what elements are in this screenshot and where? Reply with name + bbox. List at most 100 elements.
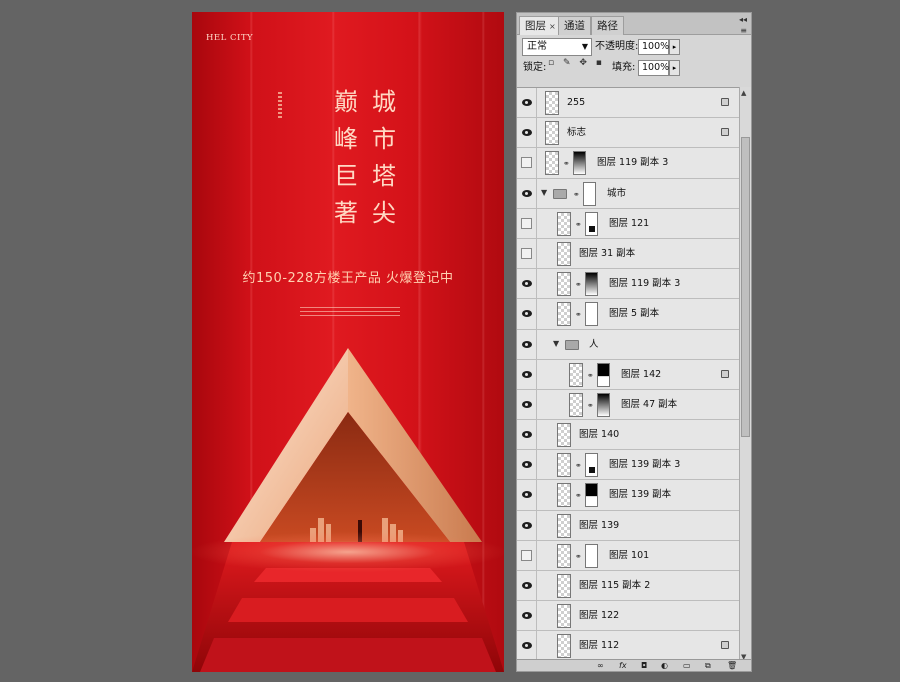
blend-mode-select[interactable]: 正常 ▼ bbox=[522, 38, 592, 56]
new-layer-icon[interactable]: ⧉ bbox=[705, 660, 711, 671]
visibility-toggle[interactable] bbox=[517, 389, 537, 420]
layer-mask-thumbnail[interactable] bbox=[585, 453, 598, 478]
layer-mask-thumbnail[interactable] bbox=[585, 302, 598, 327]
scrollbar-thumb[interactable] bbox=[741, 137, 750, 437]
layer-thumbnail[interactable] bbox=[557, 543, 571, 568]
tab-channels[interactable]: 通道 bbox=[558, 16, 591, 35]
visibility-toggle[interactable] bbox=[517, 148, 537, 178]
fx-icon[interactable]: fx bbox=[619, 660, 627, 671]
visibility-toggle[interactable] bbox=[517, 329, 537, 359]
fill-input[interactable]: 100% bbox=[638, 60, 669, 76]
layer-thumbnail[interactable] bbox=[545, 91, 559, 115]
layer-thumbnail[interactable] bbox=[569, 392, 583, 417]
layer-row[interactable]: ⚭ 图层 47 副本 bbox=[517, 389, 739, 421]
layer-row[interactable]: ⚭ 图层 121 bbox=[517, 208, 739, 239]
visibility-toggle[interactable] bbox=[517, 88, 537, 118]
folder-icon[interactable]: ▭ bbox=[683, 660, 691, 671]
fill-stepper[interactable]: ▸ bbox=[669, 60, 680, 76]
visibility-toggle[interactable] bbox=[517, 450, 537, 480]
lock-options-icons[interactable]: ▫ ✎ ✥ ▪ bbox=[548, 58, 605, 68]
visibility-toggle[interactable] bbox=[517, 601, 537, 631]
layer-row[interactable]: ⚭ 图层 119 副本 3 bbox=[517, 148, 739, 179]
layer-thumbnail[interactable] bbox=[557, 453, 571, 478]
layer-name: 图层 47 副本 bbox=[621, 398, 678, 410]
expand-triangle-icon[interactable]: ▼ bbox=[541, 188, 547, 197]
hidden-box-icon bbox=[521, 549, 532, 561]
layer-row[interactable]: 图层 122 bbox=[517, 601, 739, 632]
visibility-toggle[interactable] bbox=[517, 540, 537, 570]
visibility-toggle[interactable] bbox=[517, 299, 537, 329]
collapse-icon[interactable]: ◂◂ bbox=[739, 15, 747, 24]
layer-thumbnail[interactable] bbox=[557, 302, 571, 327]
mask-icon[interactable]: ◘ bbox=[641, 660, 647, 671]
layer-mask-thumbnail[interactable] bbox=[583, 181, 596, 206]
layer-row[interactable]: 图层 115 副本 2 bbox=[517, 571, 739, 602]
chain-icon: ⚭ bbox=[563, 159, 570, 169]
layer-thumbnail[interactable] bbox=[557, 604, 571, 629]
visibility-toggle[interactable] bbox=[517, 178, 537, 208]
layer-row[interactable]: ▼ ⚭ 城市 bbox=[517, 178, 739, 209]
layer-mask-thumbnail[interactable] bbox=[585, 543, 598, 568]
chain-icon: ⚭ bbox=[575, 551, 582, 561]
adjustment-icon[interactable]: ◐ bbox=[661, 660, 668, 671]
layer-thumbnail[interactable] bbox=[557, 272, 571, 297]
visibility-toggle[interactable] bbox=[517, 420, 537, 450]
layer-name: 图层 5 副本 bbox=[609, 308, 660, 320]
visibility-toggle[interactable] bbox=[517, 571, 537, 601]
eye-icon bbox=[522, 431, 532, 439]
layer-mask-thumbnail[interactable] bbox=[585, 211, 598, 236]
layer-row[interactable]: ▼ 人 bbox=[517, 329, 739, 360]
visibility-toggle[interactable] bbox=[517, 238, 537, 269]
visibility-toggle[interactable] bbox=[517, 269, 537, 299]
layer-thumbnail[interactable] bbox=[557, 241, 571, 266]
layer-thumbnail[interactable] bbox=[557, 211, 571, 236]
layer-row[interactable]: ⚭ 图层 139 副本 bbox=[517, 480, 739, 511]
link-icon[interactable]: ∞ bbox=[597, 660, 604, 671]
visibility-toggle[interactable] bbox=[517, 359, 537, 389]
layer-thumbnail[interactable] bbox=[569, 362, 583, 387]
layer-thumbnail[interactable] bbox=[545, 151, 559, 176]
layer-mask-thumbnail[interactable] bbox=[597, 392, 610, 417]
visibility-toggle[interactable] bbox=[517, 480, 537, 510]
layer-thumbnail[interactable] bbox=[545, 121, 559, 146]
layer-thumbnail[interactable] bbox=[557, 513, 571, 538]
layer-mask-thumbnail[interactable] bbox=[597, 362, 610, 387]
opacity-input[interactable]: 100% bbox=[638, 39, 669, 55]
layer-row[interactable]: 图层 139 bbox=[517, 510, 739, 541]
visibility-toggle[interactable] bbox=[517, 118, 537, 148]
layer-thumbnail[interactable] bbox=[557, 423, 571, 448]
chain-icon: ⚭ bbox=[575, 461, 582, 471]
layer-thumbnail[interactable] bbox=[557, 483, 571, 508]
layer-name: 图层 121 bbox=[609, 217, 650, 229]
layer-row[interactable]: 图层 112 bbox=[517, 631, 739, 662]
layer-row[interactable]: 图层 140 bbox=[517, 420, 739, 451]
visibility-toggle[interactable] bbox=[517, 510, 537, 540]
layer-list-scrollbar[interactable]: ▲ ▼ bbox=[739, 87, 751, 663]
layer-mask-thumbnail[interactable] bbox=[585, 483, 598, 508]
trash-icon[interactable]: 🗑 bbox=[727, 660, 737, 671]
panel-menu-icon[interactable]: ≡ bbox=[740, 26, 747, 35]
visibility-toggle[interactable] bbox=[517, 208, 537, 238]
opacity-stepper[interactable]: ▸ bbox=[669, 39, 680, 55]
layer-row[interactable]: 标志 bbox=[517, 118, 739, 149]
layer-row[interactable]: 图层 31 副本 bbox=[517, 238, 739, 270]
fill-label: 填充: bbox=[612, 62, 636, 73]
layer-row[interactable]: ⚭ 图层 119 副本 3 bbox=[517, 269, 739, 300]
layer-row[interactable]: 255 bbox=[517, 88, 739, 119]
expand-triangle-icon[interactable]: ▼ bbox=[553, 339, 559, 348]
layer-thumbnail[interactable] bbox=[557, 634, 571, 659]
tab-layers[interactable]: 图层 × bbox=[519, 16, 562, 35]
close-icon[interactable]: × bbox=[549, 22, 556, 31]
visibility-toggle[interactable] bbox=[517, 631, 537, 661]
layer-name: 图层 31 副本 bbox=[579, 247, 636, 259]
layer-mask-thumbnail[interactable] bbox=[585, 272, 598, 297]
poster-canvas[interactable]: HEL CITY 巅 城 峰 市 巨 塔 著 尖 约150-228方楼王产品 火… bbox=[192, 12, 504, 672]
chevron-down-icon: ▼ bbox=[581, 42, 588, 51]
layer-row[interactable]: ⚭ 图层 5 副本 bbox=[517, 299, 739, 330]
layer-row[interactable]: ⚭ 图层 139 副本 3 bbox=[517, 450, 739, 481]
layer-row[interactable]: ⚭ 图层 142 bbox=[517, 359, 739, 390]
layer-row[interactable]: ⚭ 图层 101 bbox=[517, 540, 739, 571]
layer-mask-thumbnail[interactable] bbox=[573, 151, 586, 176]
tab-paths[interactable]: 路径 bbox=[591, 16, 624, 35]
layer-thumbnail[interactable] bbox=[557, 574, 571, 598]
